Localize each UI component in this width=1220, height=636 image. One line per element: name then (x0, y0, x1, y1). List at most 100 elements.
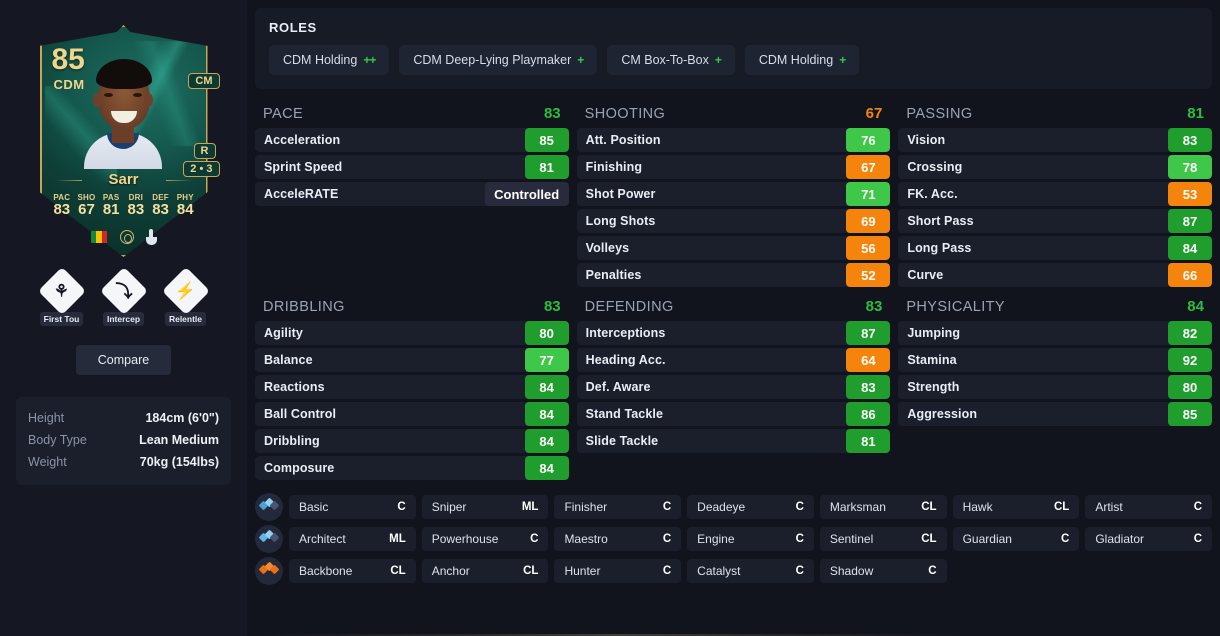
stat-row: Jumping 82 (898, 321, 1212, 345)
card-stat-def: DEF 83 (148, 193, 173, 218)
stat-name: FK. Acc. (907, 187, 958, 201)
stat-value: 86 (846, 402, 891, 426)
role-chip-1-label: CDM Deep-Lying Playmaker (413, 53, 572, 67)
stat-value: 84 (524, 375, 569, 399)
stat-name: Heading Acc. (585, 353, 666, 367)
playstyle-0[interactable]: ⚘ First Tou (37, 266, 86, 327)
chemistry-style-name: Guardian (962, 532, 1012, 546)
stat-name: Long Pass (907, 241, 972, 255)
stat-value: 52 (846, 263, 891, 287)
card-foot: R (193, 143, 216, 159)
chemistry-styles-table: Basic C Sniper ML Finisher C Deadeye C Marksman C… (255, 493, 1213, 585)
playstyle-1-label: Intercep (102, 312, 145, 326)
stat-row: AcceleRATE Controlled (255, 182, 569, 206)
stat-name: Stamina (907, 353, 957, 367)
stat-value: 92 (1167, 348, 1212, 372)
stat-name: Vision (907, 133, 946, 147)
chem-diamond-blue-icon (255, 493, 283, 521)
chemistry-style-name: Backbone (299, 564, 353, 578)
chemistry-cell[interactable]: Sentinel CL (819, 527, 947, 551)
role-chip-1[interactable]: CDM Deep-Lying Playmaker + (399, 45, 598, 75)
chemistry-cell[interactable]: Anchor CL (421, 559, 549, 583)
chemistry-cell[interactable]: Maestro C (554, 527, 682, 551)
chemistry-cell[interactable]: Artist C (1085, 495, 1213, 519)
stat-name: Agility (264, 326, 303, 340)
roles-panel: ROLES CDM Holding ++ CDM Deep-Lying Play… (255, 8, 1212, 89)
chemistry-cell[interactable]: Deadeye C (687, 495, 814, 519)
stat-row: Reactions 84 (255, 375, 569, 399)
stat-group-header: PASSING 81 (898, 99, 1212, 128)
player-card[interactable]: 85 CDM CM R 2 • 3 Sarr PAC 83 SHO 67 PAS… (36, 22, 220, 260)
stat-group-header: DEFENDING 83 (577, 292, 891, 321)
chemistry-cell[interactable]: Architect ML (289, 527, 416, 551)
chemistry-style-name: Basic (299, 500, 329, 514)
stat-value: 83 (846, 375, 891, 399)
chemistry-cell[interactable]: Engine C (687, 527, 814, 551)
stat-group-value: 83 (543, 105, 561, 122)
chemistry-row: Architect ML Powerhouse C Maestro C Engine C Sen… (255, 525, 1213, 553)
stat-name: Reactions (264, 380, 325, 394)
chemistry-cell[interactable]: Gladiator C (1085, 527, 1213, 551)
chemistry-cell[interactable]: Hawk CL (952, 495, 1080, 519)
stat-row: Short Pass 87 (898, 209, 1212, 233)
info-body-type-label: Body Type (28, 433, 87, 447)
stat-row: Shot Power 71 (576, 182, 891, 206)
stat-row: Heading Acc. 64 (576, 348, 891, 372)
card-stat-phy-value: 84 (176, 201, 194, 218)
stat-row: Finishing 67 (576, 155, 891, 179)
chemistry-style-name: Shadow (829, 564, 874, 578)
player-card-container: 85 CDM CM R 2 • 3 Sarr PAC 83 SHO 67 PAS… (0, 0, 247, 272)
stat-group-header: PACE 83 (255, 99, 569, 128)
chemistry-style-name: Maestro (564, 532, 608, 546)
chemistry-cell[interactable]: Finisher C (554, 495, 682, 519)
stat-group-value: 67 (865, 105, 883, 122)
chemistry-style-name: Hawk (962, 500, 993, 514)
chemistry-style-name: Powerhouse (431, 532, 499, 546)
chemistry-cell[interactable]: Powerhouse C (421, 527, 549, 551)
role-chip-2[interactable]: CM Box-To-Box + (607, 45, 735, 75)
chemistry-style-tag: C (1061, 533, 1070, 545)
stat-row: Crossing 78 (898, 155, 1212, 179)
card-stat-pac-value: 83 (53, 201, 71, 218)
stat-value: 87 (846, 321, 891, 345)
playstyle-2[interactable]: ⚡ Relentle (161, 266, 210, 327)
stat-row: Ball Control 84 (255, 402, 569, 426)
card-stat-pac: PAC 83 (50, 193, 75, 218)
stat-name: Slide Tackle (585, 434, 659, 448)
stat-group-defending: DEFENDING 83 Interceptions 87 Heading Acc. 64… (576, 292, 891, 483)
chemistry-cell[interactable]: Shadow C (819, 559, 947, 583)
chemistry-cell[interactable]: Catalyst C (687, 559, 814, 583)
stat-group-name: PHYSICALITY (906, 299, 1006, 315)
chemistry-cells: Backbone CL Anchor CL Hunter C Catalyst C Shadow… (289, 559, 1212, 583)
compare-button[interactable]: Compare (75, 345, 172, 375)
chemistry-cell[interactable]: Guardian C (952, 527, 1080, 551)
card-stat-dri-value: 83 (127, 201, 145, 218)
chemistry-cell-empty (953, 559, 1080, 583)
compare-button-container: Compare (0, 345, 247, 375)
stat-name: Strength (907, 380, 960, 394)
stat-row: Interceptions 87 (576, 321, 891, 345)
chemistry-cell[interactable]: Backbone CL (289, 559, 416, 583)
card-alt-position: CM (188, 73, 220, 89)
stat-row: Stamina 92 (898, 348, 1212, 372)
stat-name: Aggression (907, 407, 978, 421)
role-chip-2-plus: + (714, 53, 722, 67)
playstyle-1[interactable]: ⤵ Intercep (99, 266, 148, 327)
chemistry-cell[interactable]: Marksman CL (819, 495, 947, 519)
role-chip-3[interactable]: CDM Holding + (744, 45, 860, 75)
chemistry-cell[interactable]: Hunter C (554, 559, 682, 583)
role-chip-0[interactable]: CDM Holding ++ (269, 45, 390, 75)
stat-row: Strength 80 (898, 375, 1212, 399)
info-weight-label: Weight (28, 455, 67, 469)
chemistry-style-tag: ML (389, 533, 406, 545)
stat-value: Controlled (484, 182, 569, 206)
stat-group-name: DEFENDING (584, 299, 674, 315)
stat-group-physicality: PHYSICALITY 84 Jumping 82 Stamina 92 Strength 8… (898, 292, 1212, 483)
playstyle-2-label: Relentle (164, 312, 207, 326)
chemistry-style-tag: CL (523, 565, 539, 577)
stat-name: Ball Control (264, 407, 337, 421)
chemistry-cell[interactable]: Sniper ML (421, 495, 549, 519)
chemistry-cell[interactable]: Basic C (289, 495, 416, 519)
chemistry-style-tag: CL (390, 565, 406, 577)
chemistry-style-name: Architect (299, 532, 346, 546)
